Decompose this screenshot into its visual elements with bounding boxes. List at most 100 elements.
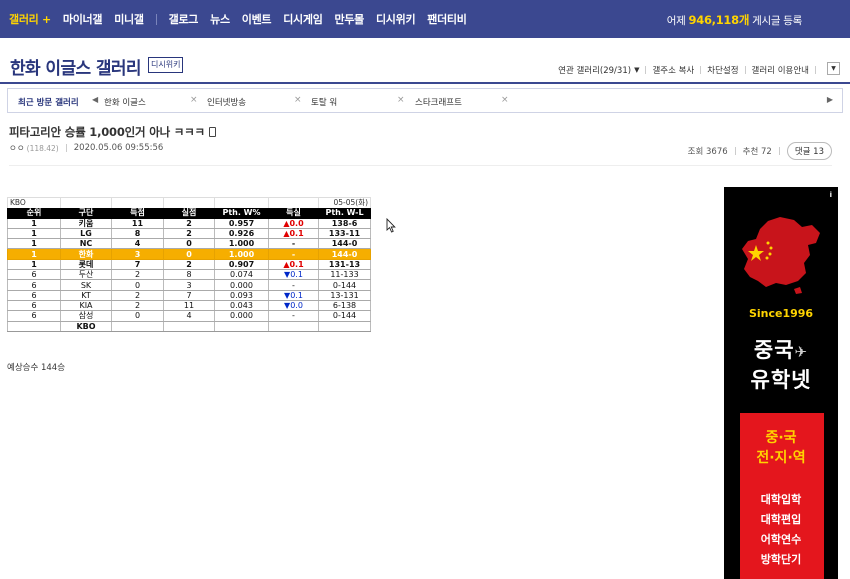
more-menu-button[interactable]: ▼ (827, 62, 840, 75)
nav-news[interactable]: 뉴스 (210, 11, 230, 27)
post-author-ip: (118.42) (26, 143, 59, 153)
stats-separator (778, 147, 780, 155)
diff-cell: ▲0.1 (268, 228, 319, 240)
header-rank: 순위 (7, 207, 61, 219)
prev-arrow-icon[interactable]: ◀ (92, 95, 98, 104)
post-author[interactable]: ㅇㅇ (9, 142, 25, 154)
close-icon[interactable]: × (501, 95, 509, 105)
expected-wins-note: 예상승수 144승 (7, 363, 66, 373)
visit-suffix: 게시글 등록 (752, 15, 802, 27)
standings-row: 6 두산 2 8 0.074 ▼0.1 11-133 (7, 269, 371, 281)
standings-table: KBO 05-05(화) 순위 구단 득점 실점 Pth. W% 득실 Pth.… (7, 196, 371, 332)
runs-allowed-cell: 11 (163, 300, 215, 312)
recent-galleries-label: 최근 방문 갤러리 (18, 98, 79, 108)
diff-cell: ▼0.1 (268, 269, 319, 281)
pythag-pct-cell: 0.907 (214, 259, 269, 271)
pythag-pct-cell: 0.074 (214, 269, 269, 281)
nav-dc-wiki[interactable]: 디시위키 (376, 11, 416, 27)
team-cell: 키움 (60, 218, 112, 229)
diff-value: 0.1 (289, 229, 304, 239)
block-settings-link[interactable]: 차단설정 (707, 64, 738, 76)
rank-cell: 6 (7, 269, 61, 281)
related-galleries-link[interactable]: 연관 갤러리(29/31) (558, 64, 631, 76)
team-cell: LG (60, 228, 112, 240)
pythag-wl-cell: 6-138 (318, 300, 371, 312)
nav-mini-gallery[interactable]: 미니갤 (114, 11, 144, 27)
pythag-pct-cell: 1.000 (214, 238, 269, 250)
recent-item-internet-broadcast[interactable]: 인터넷방송 (207, 96, 246, 108)
diff-value: 0.0 (290, 301, 303, 311)
runs-scored-cell: 2 (111, 290, 164, 301)
pythag-pct-cell: 0.093 (214, 290, 269, 301)
close-icon[interactable]: × (397, 95, 405, 105)
nav-minor-gallery[interactable]: 마이너갤 (63, 11, 103, 27)
ad-service-item: 방학단기 (760, 553, 802, 566)
nav-gallog[interactable]: 갤로그 (169, 11, 199, 27)
nav-gallery[interactable]: 갤러리 + (9, 11, 51, 27)
rank-cell: 1 (7, 228, 61, 240)
copy-address-link[interactable]: 갤주소 복사 (652, 64, 694, 76)
runs-allowed-cell: 4 (163, 310, 215, 322)
visit-prefix: 어제 (666, 15, 686, 27)
nav-mandu-mall[interactable]: 만두몰 (335, 11, 365, 27)
nav-event[interactable]: 이벤트 (242, 11, 272, 27)
post-date: 2020.05.06 09:55:56 (73, 143, 164, 153)
pythag-wl-cell: 0-144 (318, 310, 371, 322)
header-pythag-pct: Pth. W% (214, 207, 269, 219)
caret-down-icon[interactable]: ▼ (634, 66, 639, 74)
gallery-title[interactable]: 한화 이글스 갤러리 (10, 54, 142, 79)
ad-info-icon[interactable]: i (830, 191, 832, 199)
dc-wiki-button[interactable]: 디시위키 (148, 57, 184, 73)
team-cell: 롯데 (60, 259, 112, 271)
runs-allowed-cell: 3 (163, 279, 215, 291)
close-icon[interactable]: × (190, 95, 198, 105)
standings-footer-row: KBO (7, 321, 371, 332)
post-divider (9, 165, 832, 166)
team-cell: 한화 (60, 248, 112, 260)
recent-item-hanwha[interactable]: 한화 이글스 (104, 96, 146, 108)
ad-brand-line1: 중국✈ (753, 338, 809, 362)
next-arrow-icon[interactable]: ▶ (827, 95, 833, 104)
pythag-wl-cell: 13-131 (318, 290, 371, 301)
nav-separator (155, 13, 157, 25)
recent-item-starcraft[interactable]: 스타크래프트 (415, 96, 462, 108)
view-count: 조회 3676 (687, 147, 728, 157)
pythag-wl-cell: 131-13 (318, 259, 371, 271)
diff-cell: ▲0.1 (268, 259, 319, 271)
close-icon[interactable]: × (294, 95, 302, 105)
top-navigation-bar: 갤러리 + 마이너갤 미니갤 갤로그 뉴스 이벤트 디시게임 만두몰 디시위키 … (0, 0, 850, 38)
recent-item-total-war[interactable]: 토탈 워 (311, 96, 337, 108)
diff-value: 0.1 (290, 270, 303, 280)
gallery-guide-link[interactable]: 갤러리 이용안내 (752, 64, 809, 76)
diff-cell: - (268, 248, 319, 260)
diff-cell: - (268, 238, 319, 250)
header-team: 구단 (60, 207, 112, 219)
team-cell: NC (60, 238, 112, 250)
nav-panda-tv[interactable]: 팬더티비 (427, 11, 467, 27)
comment-count-button[interactable]: 댓글 13 (786, 142, 832, 160)
runs-scored-cell: 0 (111, 279, 164, 291)
ad-brand-line2: 유학넷 (750, 368, 812, 392)
standings-row: 1 NC 4 0 1.000-144-0 (7, 238, 371, 250)
rank-cell: 6 (7, 290, 61, 301)
ad-since: Since1996 (748, 307, 814, 320)
standings-footer-label: KBO (60, 321, 112, 332)
meta-separator (65, 144, 67, 152)
team-cell: 두산 (60, 269, 112, 281)
runs-scored-cell: 7 (111, 259, 164, 271)
standings-row: 6 KIA 2 11 0.043 ▼0.0 6-138 (7, 300, 371, 312)
standings-row: 1 롯데 7 2 0.907 ▲0.1 131-13 (7, 259, 371, 271)
ad-banner[interactable]: i Since1996 중국✈ 유학넷 중·국 전·지·역 대학입학 대학편입 … (724, 187, 838, 579)
pythag-wl-cell: 144-0 (318, 238, 371, 250)
runs-allowed-cell: 2 (163, 259, 215, 271)
nav-dc-game[interactable]: 디시게임 (283, 11, 323, 27)
diff-cell: - (268, 279, 319, 291)
link-separator (815, 66, 816, 74)
runs-scored-cell: 4 (111, 238, 164, 250)
standings-header-row: 순위 구단 득점 실점 Pth. W% 득실 Pth. W-L (7, 207, 371, 219)
team-cell: KT (60, 290, 112, 301)
rank-cell: 6 (7, 279, 61, 291)
diff-cell: ▼0.1 (268, 290, 319, 301)
link-separator (645, 66, 647, 74)
diff-cell: ▼0.0 (268, 300, 319, 312)
